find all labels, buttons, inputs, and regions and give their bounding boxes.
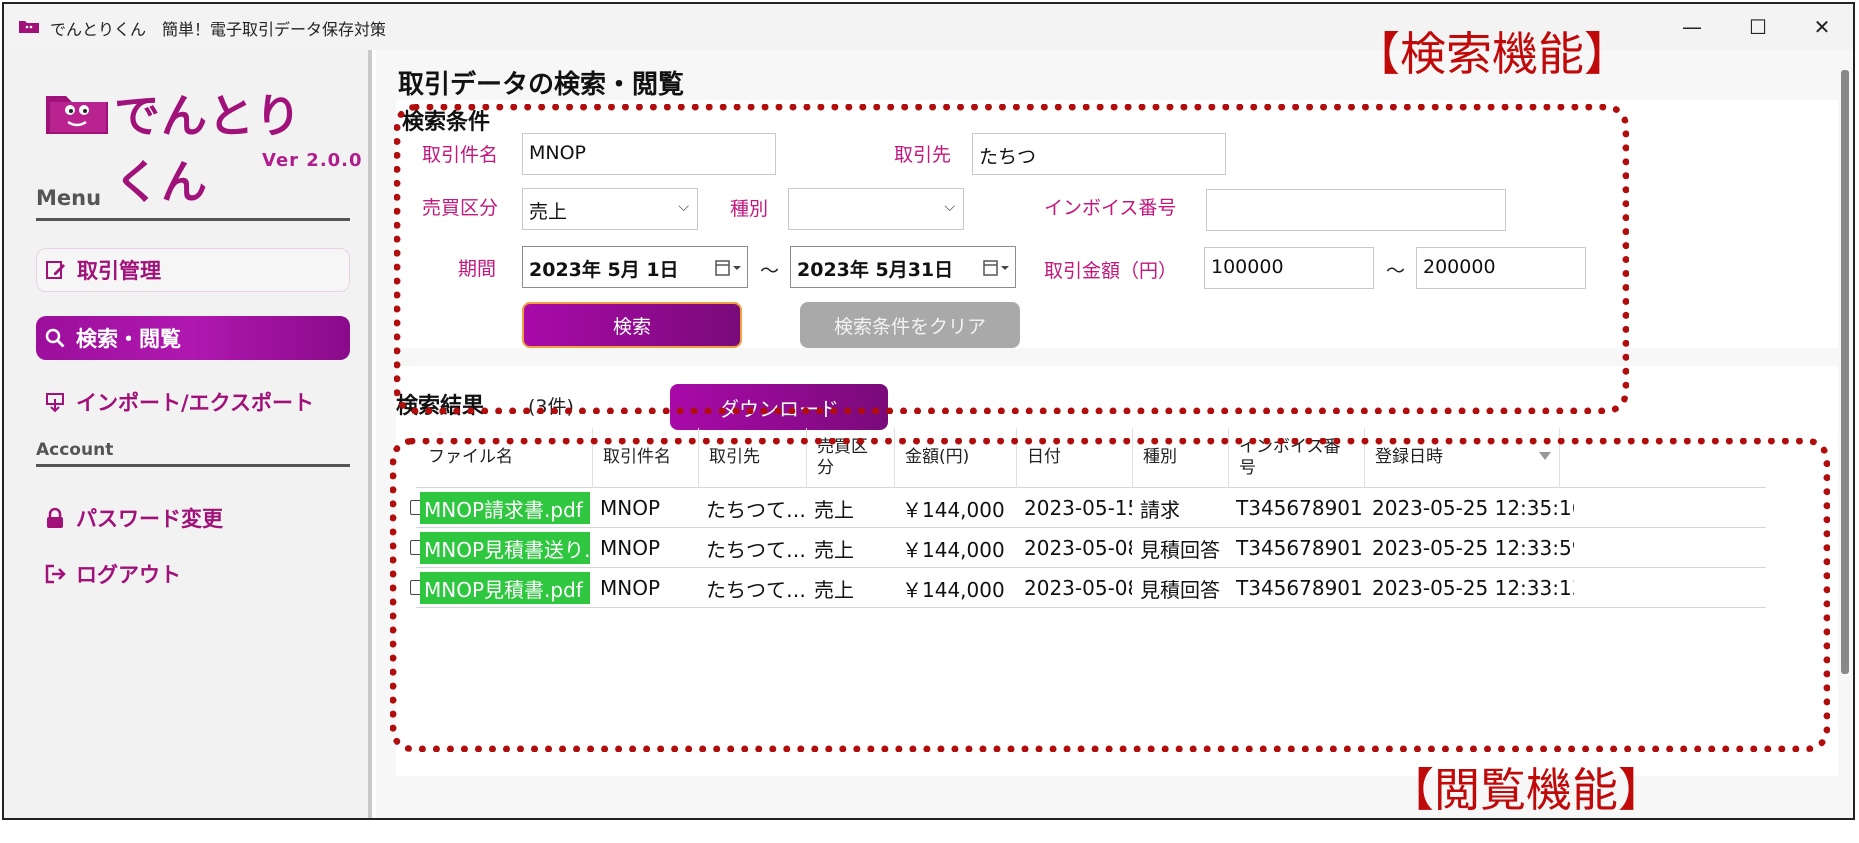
logo-text: でんとりくん [114,89,302,209]
import-export-icon [42,389,68,415]
sidebar-item-label: 取引管理 [77,259,161,283]
maximize-icon: ☐ [1749,15,1767,39]
menu-heading: Menu [36,186,102,210]
app-logo: でんとりくん [44,80,344,209]
sidebar-item-label: ログアウト [76,563,181,587]
minimize-icon: — [1682,15,1702,39]
app-window: でんとりくん 簡単！電子取引データ保存対策 — ☐ ✕ でんとりくん Ver 2… [2,2,1855,820]
sidebar-item-label: パスワード変更 [76,507,223,531]
sidebar-item-logout[interactable]: ログアウト [36,552,350,596]
close-icon: ✕ [1813,15,1831,39]
view-feature-annotation: 【閲覧機能】 [1388,763,1664,817]
maximize-button[interactable]: ☐ [1728,10,1788,44]
sidebar-item-search[interactable]: 検索・閲覧 [36,316,350,360]
lock-icon [42,505,68,531]
minimize-button[interactable]: — [1662,10,1722,44]
search-icon [42,325,68,351]
version-label: Ver 2.0.0 [262,150,363,171]
page-title: 取引データの検索・閲覧 [398,70,685,100]
close-button[interactable]: ✕ [1792,10,1852,44]
search-feature-annotation: 【検索機能】 [1354,27,1630,81]
search-feature-highlight [394,104,1629,414]
folder-mascot-icon [46,96,108,134]
sidebar-item-import-export[interactable]: インポート/エクスポート [36,380,350,424]
edit-icon [43,257,69,283]
logout-icon [42,561,68,587]
sidebar: でんとりくん Ver 2.0.0 Menu 取引管理 検索・閲覧 インポート/エ… [4,50,372,818]
menu-divider [36,218,350,221]
account-divider [36,464,350,467]
view-feature-highlight [390,438,1830,752]
sidebar-item-label: インポート/エクスポート [76,391,315,415]
folder-app-icon [19,21,39,33]
account-heading: Account [36,440,114,460]
sidebar-item-transactions[interactable]: 取引管理 [36,248,350,292]
vertical-scrollbar[interactable] [1841,70,1849,674]
window-title: でんとりくん 簡単！電子取引データ保存対策 [50,20,387,39]
sidebar-item-password[interactable]: パスワード変更 [36,496,350,540]
sidebar-item-label: 検索・閲覧 [76,327,181,351]
